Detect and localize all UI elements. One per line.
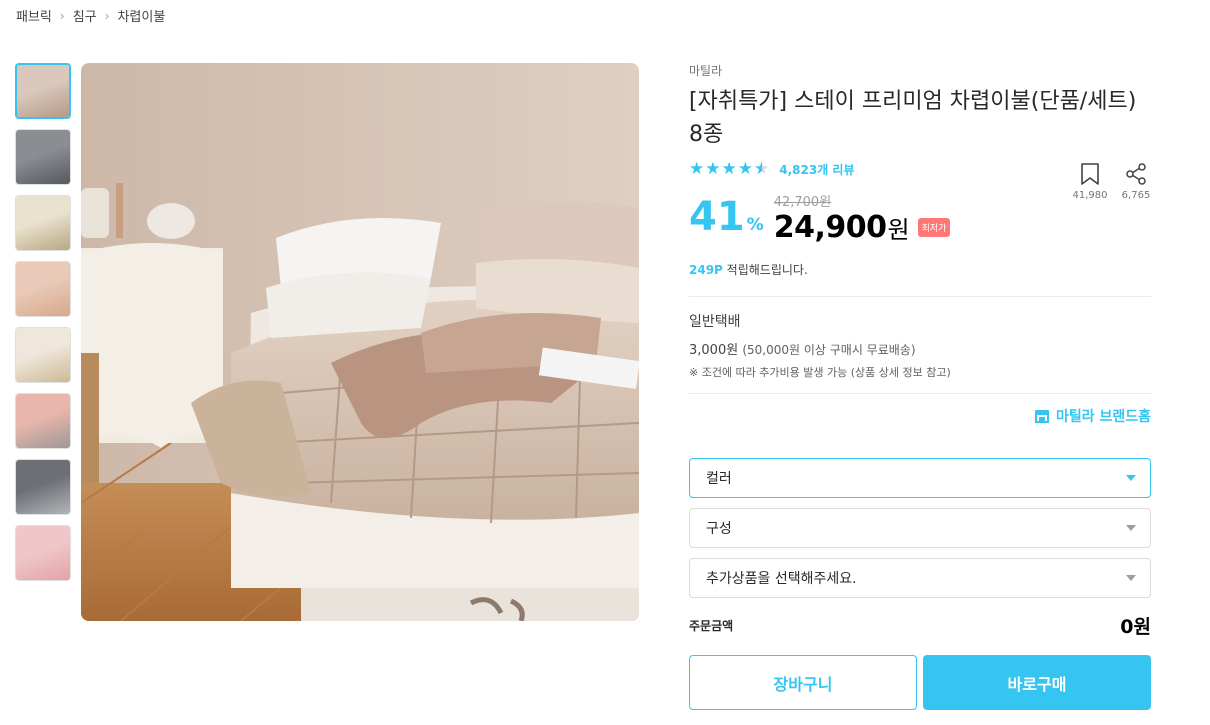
bookmark-count: 41,980 (1072, 190, 1108, 201)
rating-stars: ★ ★ ★ ★ ★ (689, 159, 769, 179)
original-price: 42,700원 (773, 195, 832, 210)
thumbnail-image (16, 526, 70, 580)
discount-rate: 41% (689, 197, 764, 245)
thumbnail-item[interactable] (15, 327, 71, 383)
option-selects: 컬러 구성 추가상품을 선택해주세요. (689, 458, 1151, 598)
shipping-title: 일반택배 (689, 314, 741, 330)
color-select-value: 컬러 (706, 471, 732, 487)
extra-product-select-value: 추가상품을 선택해주세요. (706, 571, 857, 587)
divider (689, 296, 1151, 297)
product-info: 마틸라 [자취특가] 스테이 프리미엄 차렵이불(단품/세트) 8종 ★ ★ ★… (689, 62, 1151, 710)
discount-unit: % (746, 215, 764, 235)
thumbnail-image (16, 460, 70, 514)
review-count-link[interactable]: 4,823개 리뷰 (779, 161, 854, 178)
chevron-right-icon: › (104, 8, 110, 23)
sale-price: 24,900 (773, 210, 887, 245)
thumbnail-image (16, 196, 70, 250)
add-to-cart-button[interactable]: 장바구니 (689, 655, 917, 710)
brand-name[interactable]: 마틸라 (689, 62, 1151, 79)
thumbnail-image (17, 65, 69, 117)
brand-home-label: 마틸라 브랜드홈 (1055, 409, 1151, 425)
composition-select[interactable]: 구성 (689, 508, 1151, 548)
product-actions: 41,980 6,765 (1072, 162, 1151, 201)
divider (689, 393, 1151, 394)
thumbnail-item[interactable] (15, 261, 71, 317)
half-star-icon: ★ (754, 159, 769, 179)
thumbnail-item[interactable] (15, 525, 71, 581)
shipping-fee: 3,000원 (50,000원 이상 구매시 무료배송) (689, 339, 1151, 358)
thumbnail-list (15, 63, 71, 591)
breadcrumb: 패브릭 › 침구 › 차렵이불 (16, 6, 165, 26)
color-select[interactable]: 컬러 (689, 458, 1151, 498)
points-info: 249P 적립해드립니다. (689, 261, 1151, 278)
order-amount-total: 0원 (1120, 616, 1151, 638)
star-icon: ★ (689, 159, 705, 179)
prices: 42,700원 24,900 원 최저가 (774, 191, 951, 245)
sale-price-unit: 원 (887, 216, 910, 244)
share-count: 6,765 (1121, 190, 1151, 201)
thumbnail-item[interactable] (15, 63, 71, 119)
shipping-note: ※ 조건에 따라 추가비용 발생 가능 (상품 상세 정보 참고) (689, 366, 951, 379)
lowest-price-badge: 최저가 (917, 218, 951, 237)
store-icon (1034, 410, 1049, 423)
star-icon: ★ (705, 159, 721, 179)
thumbnail-image (16, 328, 70, 382)
thumbnail-image (16, 394, 70, 448)
share-button[interactable]: 6,765 (1121, 162, 1151, 201)
caret-down-icon (1126, 475, 1136, 481)
bedroom-photo (81, 63, 639, 621)
thumbnail-image (16, 130, 70, 184)
points-text: 적립해드립니다. (722, 263, 808, 277)
breadcrumb-item-comforter[interactable]: 차렵이불 (117, 6, 165, 25)
thumbnail-image (16, 262, 70, 316)
shipping-fee-value: 3,000원 (689, 343, 739, 358)
caret-down-icon (1126, 525, 1136, 531)
thumbnail-item[interactable] (15, 129, 71, 185)
product-main-image (81, 63, 639, 621)
bookmark-icon (1081, 163, 1099, 185)
chevron-right-icon: › (59, 8, 65, 23)
discount-value: 41 (689, 194, 745, 240)
breadcrumb-item-fabric[interactable]: 패브릭 (16, 6, 52, 25)
star-icon: ★ (721, 159, 737, 179)
buy-now-button[interactable]: 바로구매 (923, 655, 1151, 710)
composition-select-value: 구성 (706, 521, 732, 537)
purchase-buttons: 장바구니 바로구매 (689, 655, 1151, 710)
thumbnail-item[interactable] (15, 459, 71, 515)
order-amount-row: 주문금액 0원 (689, 612, 1151, 639)
sale-line: 24,900 원 최저가 (774, 210, 951, 245)
star-icon: ★ (737, 159, 753, 179)
shipping-fee-note: (50,000원 이상 구매시 무료배송) (742, 343, 916, 357)
breadcrumb-item-bedding[interactable]: 침구 (73, 6, 97, 25)
product-title: [자취특가] 스테이 프리미엄 차렵이불(단품/세트) 8종 (689, 89, 1137, 147)
extra-product-select[interactable]: 추가상품을 선택해주세요. (689, 558, 1151, 598)
points-value: 249P (689, 263, 723, 277)
brand-home-link[interactable]: 마틸라 브랜드홈 (689, 406, 1151, 426)
thumbnail-item[interactable] (15, 195, 71, 251)
thumbnail-item[interactable] (15, 393, 71, 449)
order-amount-label: 주문금액 (689, 619, 734, 633)
bookmark-button[interactable]: 41,980 (1072, 162, 1108, 201)
share-icon (1126, 163, 1146, 185)
caret-down-icon (1126, 575, 1136, 581)
